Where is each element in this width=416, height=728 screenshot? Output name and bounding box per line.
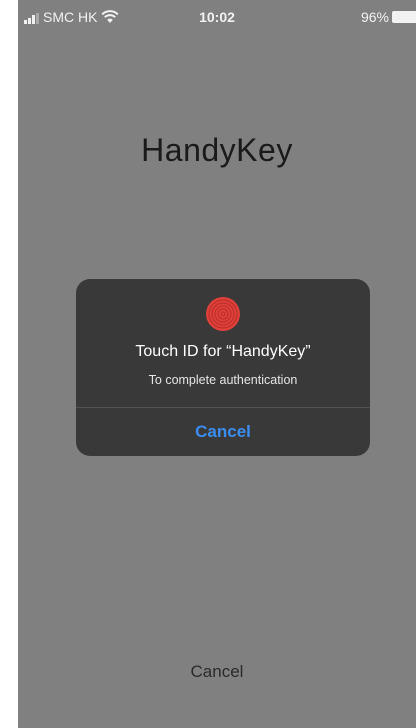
dialog-title: Touch ID for “HandyKey” [135,343,311,360]
dialog-cancel-button[interactable]: Cancel [76,408,370,456]
dialog-message: To complete authentication [148,373,298,387]
status-right: 96% [361,10,416,24]
battery-percentage: 96% [360,9,389,25]
phone-screen: SMC HK 10:02 96% HandyKey Touch ID for “… [18,0,416,728]
app-title: HandyKey [141,132,293,168]
touch-id-dialog: Touch ID for “HandyKey” To complete auth… [76,279,370,456]
status-time: 10:02 [199,9,235,25]
fingerprint-icon [206,297,240,331]
cancel-button[interactable]: Cancel [18,662,416,682]
status-bar: SMC HK 10:02 96% [18,0,416,34]
battery-icon [392,11,416,23]
